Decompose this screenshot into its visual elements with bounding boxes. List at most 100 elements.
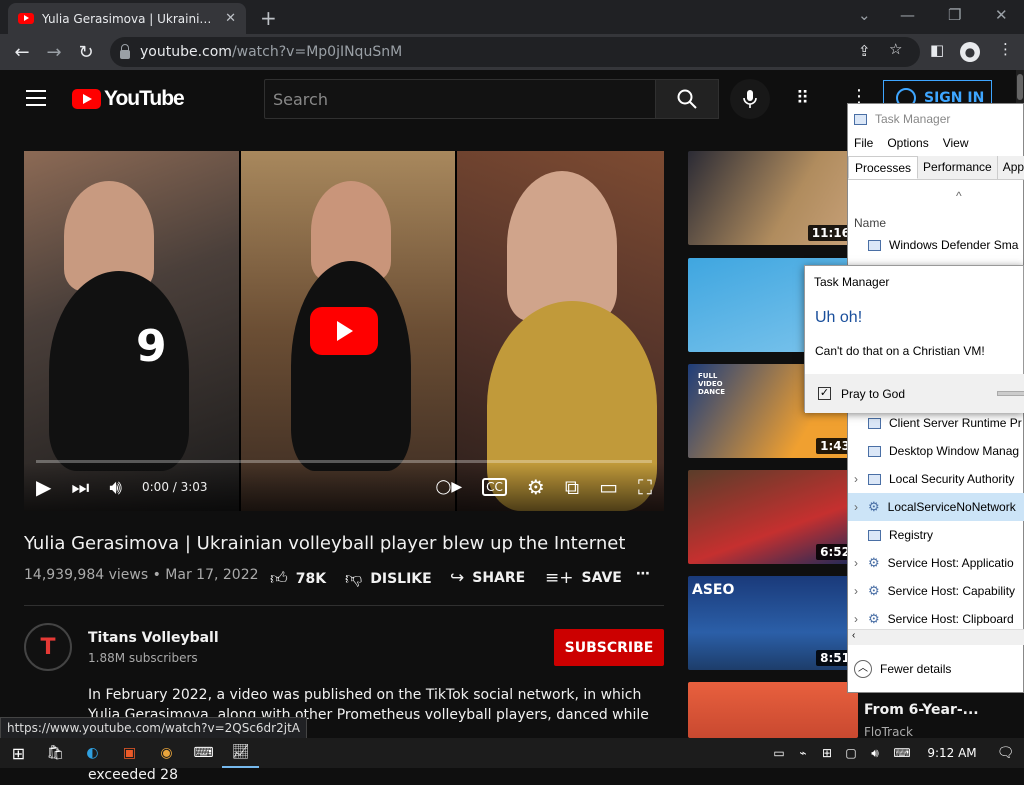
expand-chevron-icon[interactable]: › (848, 612, 860, 626)
search-placeholder: Search (273, 89, 328, 109)
theater-mode-icon[interactable]: ▭ (599, 475, 618, 499)
related-video-thumbnail[interactable]: 11:16 (688, 151, 858, 245)
expand-chevron-icon[interactable]: › (848, 500, 860, 514)
store-icon[interactable]: 🛍︎ (37, 738, 74, 768)
captions-icon[interactable]: CC (482, 478, 507, 496)
expand-chevron-icon[interactable]: › (848, 584, 860, 598)
pray-checkbox[interactable]: ✓ (818, 387, 831, 400)
tab-processes[interactable]: Processes (848, 156, 919, 179)
taskbar-app-icon[interactable]: ⌨ (185, 738, 222, 768)
sort-chevron-up-icon[interactable]: ^ (956, 189, 962, 203)
menu-options[interactable]: Options (887, 136, 928, 150)
minimize-icon[interactable]: — (900, 6, 915, 24)
gear-icon: ⚙ (868, 499, 880, 514)
tray-icon[interactable]: ▭ (767, 738, 791, 768)
office-icon[interactable]: ▣ (111, 738, 148, 768)
task-manager-taskbar-icon[interactable]: 📈︎ (222, 738, 259, 768)
share-icon[interactable]: ⇪ (858, 42, 871, 60)
hamburger-menu-icon[interactable] (26, 90, 46, 111)
browser-tab[interactable]: Yulia Gerasimova | Ukrainian voll ✕ (8, 3, 246, 34)
big-play-button[interactable] (310, 307, 378, 355)
dislike-button[interactable]: 👎︎ DISLIKE (345, 568, 432, 589)
new-tab-icon[interactable]: + (260, 6, 277, 30)
microphone-icon (743, 90, 757, 108)
voice-search-button[interactable] (730, 79, 770, 119)
fullscreen-icon[interactable]: ⛶ (638, 475, 652, 499)
channel-name[interactable]: Titans Volleyball (88, 630, 219, 646)
dialog-button[interactable] (997, 391, 1024, 396)
apps-grid-icon[interactable]: ⠿ (796, 88, 809, 109)
dialog-title: Task Manager (814, 275, 890, 289)
expand-chevron-icon[interactable]: › (848, 472, 860, 486)
related-video-thumbnail[interactable] (688, 682, 858, 738)
clock[interactable]: 9:12 AM (917, 746, 987, 760)
related-video-thumbnail[interactable]: 6:52 (688, 470, 858, 564)
process-row[interactable]: Desktop Window Manag (848, 437, 1024, 465)
chrome-icon[interactable]: ◉ (148, 738, 185, 768)
gear-icon: ⚙ (868, 555, 880, 570)
search-input[interactable]: Search (264, 79, 656, 119)
profile-icon[interactable]: ● (960, 42, 980, 62)
process-row[interactable]: › ⚙ Service Host: Applicatio (848, 549, 1024, 577)
side-panel-icon[interactable]: ◧ (930, 41, 944, 59)
settings-gear-icon[interactable]: ⚙ (527, 475, 545, 499)
kebab-menu-icon[interactable]: ⋮ (998, 40, 1013, 58)
column-name[interactable]: Name (854, 216, 886, 230)
process-row[interactable]: Client Server Runtime Pr (848, 409, 1024, 437)
tab-bar: Processes Performance App (848, 156, 1024, 180)
task-manager-titlebar[interactable]: Task Manager (854, 112, 950, 126)
next-icon[interactable]: ⏭ (71, 475, 89, 499)
process-row[interactable]: Registry (848, 521, 1024, 549)
volume-icon[interactable]: 🔊︎ (863, 738, 887, 768)
keyboard-icon[interactable]: ⌨ (887, 738, 917, 768)
fewer-details-button[interactable]: ︿ Fewer details (854, 660, 951, 678)
share-button[interactable]: ↪ SHARE (450, 568, 525, 588)
autoplay-toggle-icon[interactable]: ◯▶ (436, 479, 462, 495)
menu-view[interactable]: View (943, 136, 969, 150)
subscribe-button[interactable]: SUBSCRIBE (554, 629, 664, 666)
reload-icon[interactable]: ↻ (70, 42, 102, 63)
search-button[interactable] (655, 79, 719, 119)
forward-icon[interactable]: → (38, 42, 70, 63)
dialog-footer: ✓ Pray to God (805, 374, 1024, 413)
notifications-icon[interactable]: 🗨︎ (987, 738, 1024, 768)
related-video-thumbnail[interactable]: ASEO 8:51 (688, 576, 858, 670)
back-icon[interactable]: ← (6, 42, 38, 63)
process-row[interactable]: › ⚙ Service Host: Capability (848, 577, 1024, 605)
bookmark-star-icon[interactable]: ☆ (889, 40, 902, 58)
related-video-title[interactable]: From 6-Year-... (864, 702, 979, 718)
tab-app-history[interactable]: App (997, 156, 1024, 179)
youtube-logo[interactable]: YouTube (72, 87, 185, 111)
expand-chevron-icon[interactable]: › (848, 556, 860, 570)
process-name: Client Server Runtime Pr (889, 416, 1022, 430)
tab-performance[interactable]: Performance (918, 156, 998, 179)
channel-avatar[interactable]: T (24, 623, 72, 671)
like-button[interactable]: 👍︎ 78K (270, 568, 326, 589)
close-window-icon[interactable]: ✕ (995, 6, 1008, 24)
windows-start-icon[interactable]: ⊞ (0, 738, 37, 768)
chevron-down-icon[interactable]: ⌄ (858, 6, 871, 24)
miniplayer-icon[interactable]: ⧉ (565, 475, 579, 499)
process-row-selected[interactable]: › ⚙ LocalServiceNoNetwork (848, 493, 1024, 521)
more-actions-icon[interactable]: ⋯ (636, 566, 650, 582)
url-path: /watch?v=Mp0jINquSnM (231, 44, 403, 60)
video-player[interactable]: 9 ▶ ⏭ 🔊︎ 0:00 / 3:03 ◯▶ CC ⚙ ⧉ ▭ ⛶ (24, 151, 664, 511)
horizontal-scrollbar[interactable]: ‹ (848, 629, 1024, 645)
thumbs-up-icon: 👍︎ (270, 569, 288, 589)
restore-icon[interactable]: ❐ (948, 6, 961, 24)
network-icon[interactable]: ▢ (839, 738, 863, 768)
edge-icon[interactable]: ◐ (74, 738, 111, 768)
tray-icon[interactable]: ⌁ (791, 738, 815, 768)
page-scrollbar[interactable] (1016, 70, 1024, 103)
process-row[interactable]: › Local Security Authority (848, 465, 1024, 493)
volume-icon[interactable]: 🔊︎ (109, 475, 122, 499)
thumbs-down-icon: 👎︎ (345, 569, 363, 589)
gear-icon: ⚙ (868, 583, 880, 598)
save-button[interactable]: ≡+ SAVE (545, 568, 622, 588)
address-bar[interactable]: youtube.com/watch?v=Mp0jINquSnM (110, 37, 920, 67)
process-row[interactable]: Windows Defender Sma (848, 231, 1024, 259)
menu-file[interactable]: File (854, 136, 873, 150)
play-icon[interactable]: ▶ (36, 475, 51, 499)
tray-icon[interactable]: ⊞ (815, 738, 839, 768)
close-tab-icon[interactable]: ✕ (225, 11, 236, 26)
